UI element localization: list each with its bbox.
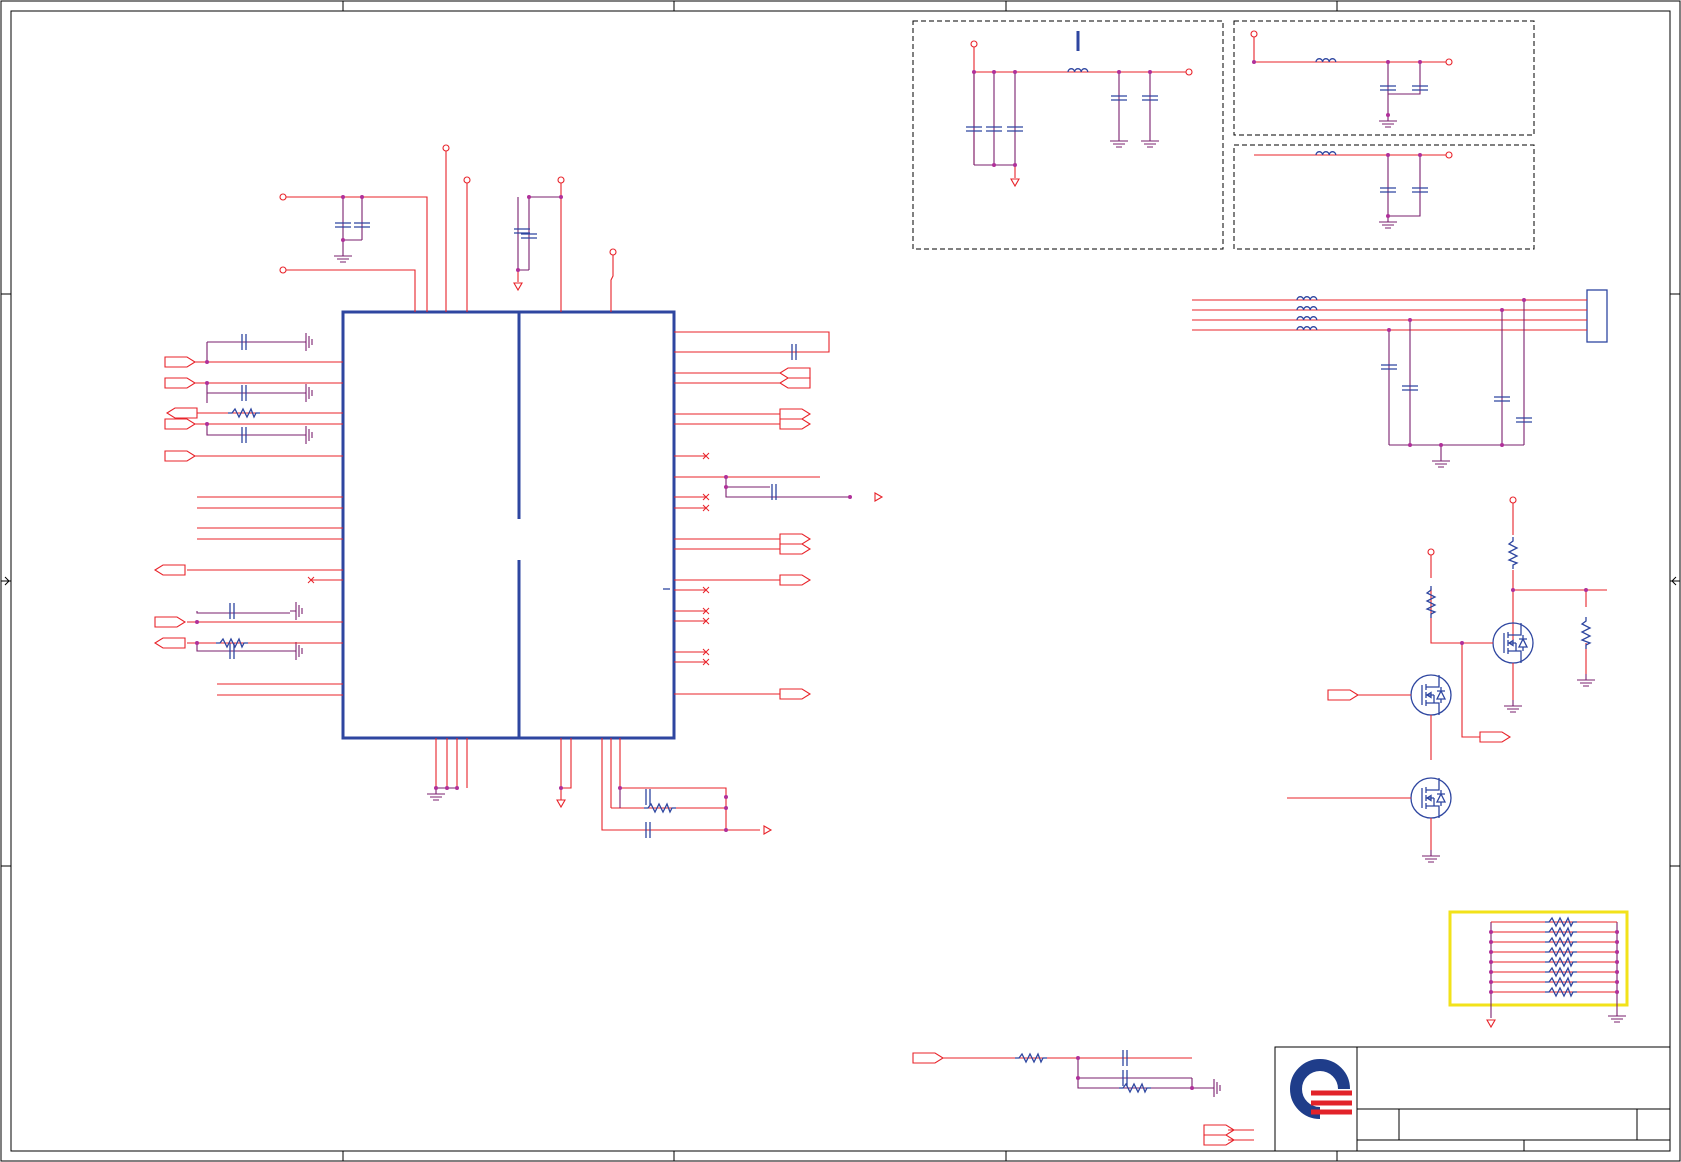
- main-ic[interactable]: [341, 310, 676, 740]
- resistor-array-highlight[interactable]: [1448, 910, 1629, 1028]
- rc-network: [912, 1049, 1254, 1146]
- sheet-border: [0, 0, 1681, 1162]
- company-logo: [1290, 1059, 1352, 1119]
- mosfet-q3: [1410, 777, 1452, 819]
- ic-right-connections: [674, 331, 883, 700]
- ic-bottom-connections: [426, 738, 772, 839]
- mosfet-q2: [1410, 674, 1452, 716]
- power-filter-block-b: [1233, 144, 1535, 250]
- ic-top-connections: [279, 144, 617, 312]
- ic-left-connections: [154, 332, 343, 696]
- schematic-sheet: [0, 0, 1681, 1162]
- power-filter-block-main: [912, 20, 1224, 250]
- power-filter-block-a: [1233, 20, 1535, 136]
- connector-ferrite-filter: [1192, 289, 1608, 468]
- mosfet-switch-circuit: [1287, 496, 1607, 863]
